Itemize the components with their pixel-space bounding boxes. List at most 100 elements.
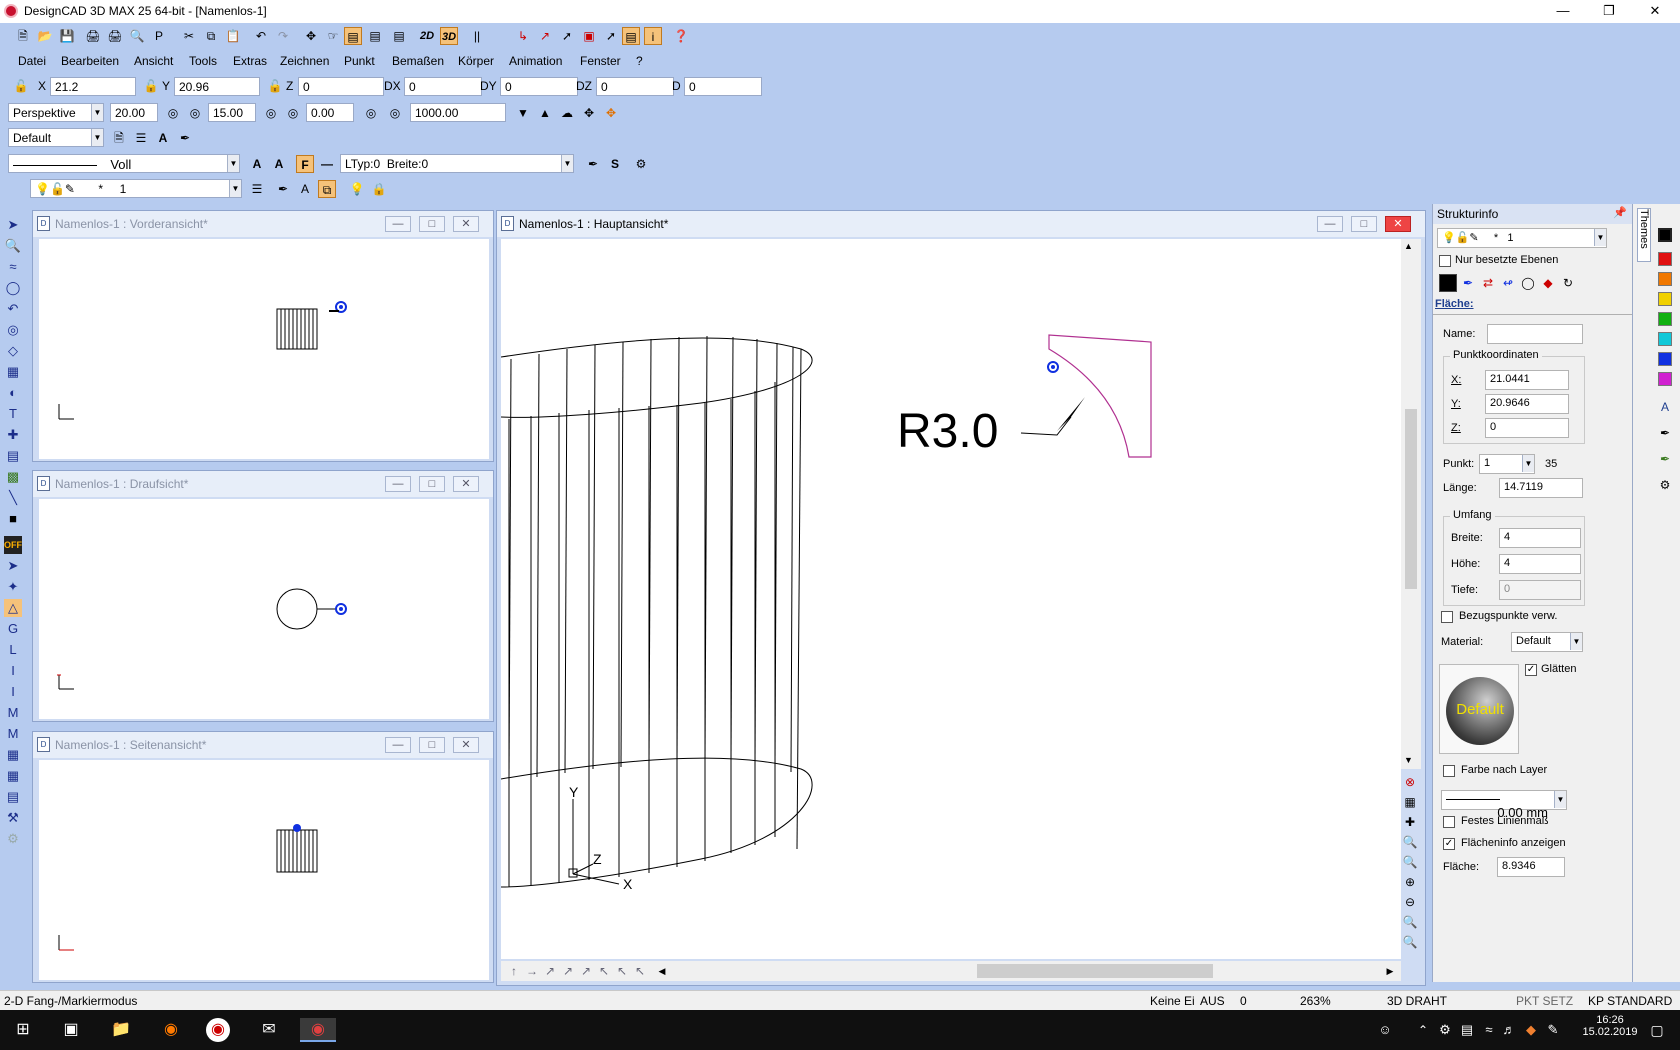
view-value-1[interactable]: 20.00: [110, 103, 158, 122]
paint-icon[interactable]: ✒: [1656, 450, 1674, 468]
minimize-button[interactable]: —: [1540, 0, 1586, 23]
pointer-icon[interactable]: ➤: [4, 216, 22, 234]
redraw-icon[interactable]: ⊗: [1401, 773, 1419, 791]
depth-field[interactable]: 0: [1499, 580, 1581, 600]
target-alt-icon[interactable]: ◎: [386, 104, 404, 122]
hatch-icon[interactable]: ▩: [4, 468, 22, 486]
side-view-canvas[interactable]: [39, 760, 489, 980]
font-icon[interactable]: A: [248, 155, 266, 173]
clock[interactable]: 16:26 15.02.2019: [1582, 1014, 1638, 1038]
x-field[interactable]: 21.2: [50, 77, 136, 96]
view-layout-2-icon[interactable]: ▤: [366, 27, 384, 45]
nav-diag-5-icon[interactable]: ↖: [613, 962, 631, 980]
layer-text-icon[interactable]: A: [296, 180, 314, 198]
brush-strip-icon[interactable]: ✒: [1656, 424, 1674, 442]
layer-brush-icon[interactable]: ✒: [274, 180, 292, 198]
palette-icon[interactable]: ◆: [1539, 274, 1557, 292]
layer-select[interactable]: 💡🔓✎ * 1 ▼: [30, 179, 242, 198]
snap-center-icon[interactable]: ▣: [580, 27, 598, 45]
settings-strip-icon[interactable]: ⚙: [1656, 476, 1674, 494]
ref-points-checkbox[interactable]: [1441, 611, 1453, 623]
nav-up-icon[interactable]: ↑: [505, 962, 523, 980]
snap-cd-icon[interactable]: ▤: [4, 788, 22, 806]
walk-forward-icon[interactable]: ▼: [514, 104, 532, 122]
ellipse-icon[interactable]: ◐: [4, 384, 22, 402]
fill-button[interactable]: F: [296, 155, 314, 173]
height-field[interactable]: 4: [1499, 554, 1581, 574]
snap-wand-icon[interactable]: ✦: [4, 578, 22, 596]
zoom-icon[interactable]: 🔍: [4, 237, 22, 255]
themes-tab[interactable]: Themes: [1637, 208, 1651, 262]
menu-extras[interactable]: Extras: [233, 54, 267, 68]
view-value-2[interactable]: 15.00: [208, 103, 256, 122]
scroll-left-icon[interactable]: ◀: [653, 962, 671, 980]
pan-icon[interactable]: ✥: [580, 104, 598, 122]
y-field[interactable]: 20.9646: [1485, 394, 1569, 414]
view-layout-1-icon[interactable]: ▤: [344, 27, 362, 45]
nav-diag-2-icon[interactable]: ↗: [559, 962, 577, 980]
layer-bulb-icon[interactable]: 💡: [348, 180, 366, 198]
swatch-orange[interactable]: [1658, 272, 1672, 286]
mode-2d-button[interactable]: 2D: [418, 27, 436, 45]
swatch-blue[interactable]: [1658, 352, 1672, 366]
close-button[interactable]: ✕: [453, 216, 479, 232]
swatch-green[interactable]: [1658, 312, 1672, 326]
zoom-prev-icon[interactable]: 🔍: [1401, 913, 1419, 931]
lock-z-icon[interactable]: 🔓: [266, 77, 284, 95]
nav-right-icon[interactable]: →: [523, 962, 541, 980]
swatch-black[interactable]: [1658, 228, 1672, 242]
snap-i-icon[interactable]: I: [4, 662, 22, 680]
menu-animation[interactable]: Animation: [509, 54, 562, 68]
cut-icon[interactable]: ✂: [180, 27, 198, 45]
snap-line-icon[interactable]: ↗: [536, 27, 554, 45]
zoom-all-icon[interactable]: 🔍: [1401, 853, 1419, 871]
only-used-layers-checkbox[interactable]: [1439, 255, 1451, 267]
minimize-button[interactable]: —: [1317, 216, 1343, 232]
sphere-icon[interactable]: ◯: [1519, 274, 1537, 292]
sliders-icon[interactable]: ☰: [132, 129, 150, 147]
close-button[interactable]: ✕: [453, 476, 479, 492]
panel-layer-select[interactable]: 💡🔓✎ * 1 ▼: [1437, 228, 1607, 248]
nav-diag-1-icon[interactable]: ↗: [541, 962, 559, 980]
line-style-icon[interactable]: ⇄: [1479, 274, 1497, 292]
snap-l-icon[interactable]: L: [4, 641, 22, 659]
save-icon[interactable]: 💾: [58, 27, 76, 45]
windows-start-icon[interactable]: ⊞: [10, 1018, 36, 1042]
snap-gear-icon[interactable]: ⚙: [4, 830, 22, 848]
x-field[interactable]: 21.0441: [1485, 370, 1569, 390]
file-explorer-icon[interactable]: 📁: [108, 1018, 134, 1042]
horizontal-scrollbar[interactable]: ↑ → ↗ ↗ ↗ ↖ ↖ ↖ ◀ ▶: [501, 961, 1401, 981]
minimize-button[interactable]: —: [385, 216, 411, 232]
snap-tool-icon[interactable]: ⚒: [4, 809, 22, 827]
info-icon[interactable]: i: [644, 27, 662, 45]
rotate-icon[interactable]: ↻: [1559, 274, 1577, 292]
undo-icon[interactable]: ↶: [252, 27, 270, 45]
zoom-in-icon[interactable]: ⊕: [1401, 873, 1419, 891]
snap-off-icon[interactable]: OFF: [4, 536, 22, 554]
text-settings-icon[interactable]: 🗎: [110, 129, 128, 147]
ltype-select[interactable]: LTyp:0 Breite:0 ▼: [340, 154, 574, 173]
dz-field[interactable]: 0: [596, 77, 674, 96]
menu-datei[interactable]: Datei: [18, 54, 46, 68]
view-cross-icon[interactable]: ✚: [1401, 813, 1419, 831]
line-tool-icon[interactable]: ≈: [4, 258, 22, 276]
color-black-icon[interactable]: [1439, 274, 1457, 292]
front-view-canvas[interactable]: [39, 239, 489, 459]
fill-black-icon[interactable]: ■: [4, 510, 22, 528]
color-by-layer-checkbox[interactable]: [1443, 765, 1455, 777]
snap-point-icon[interactable]: ↳: [514, 27, 532, 45]
projection-select[interactable]: Perspektive ▼: [8, 103, 104, 122]
maximize-button[interactable]: □: [419, 476, 445, 492]
paste-icon[interactable]: 📋: [224, 27, 242, 45]
z-field[interactable]: 0: [1485, 418, 1569, 438]
restore-button[interactable]: ❐: [1586, 0, 1632, 23]
font-alt-icon[interactable]: A: [270, 155, 288, 173]
target-icon[interactable]: ◎: [362, 104, 380, 122]
people-icon[interactable]: ☺: [1372, 1018, 1398, 1042]
area-field[interactable]: 8.9346: [1497, 857, 1565, 877]
pan-alt-icon[interactable]: ✥: [602, 104, 620, 122]
polygon-icon[interactable]: ◇: [4, 342, 22, 360]
swatch-cyan[interactable]: [1658, 332, 1672, 346]
snap-pointer-icon[interactable]: ➤: [4, 557, 22, 575]
length-field[interactable]: 14.7119: [1499, 478, 1583, 498]
